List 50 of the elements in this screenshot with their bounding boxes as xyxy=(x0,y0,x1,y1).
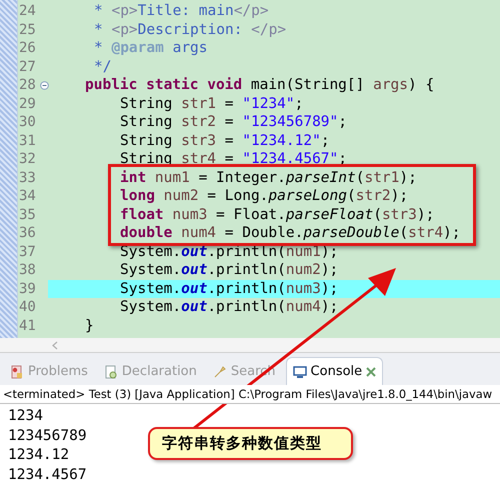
view-tab[interactable]: Declaration xyxy=(98,358,203,385)
document-icon xyxy=(104,364,118,378)
line-number: 25 xyxy=(18,20,37,39)
code-line: String str2 = "123456789"; xyxy=(120,113,347,132)
line-number: 29 xyxy=(18,94,37,113)
callout: 字符串转多种数值类型 xyxy=(148,427,353,460)
line-number: 26 xyxy=(18,39,37,58)
line-number: 37 xyxy=(18,242,37,261)
code-line: float num3 = Float.parseFloat(str3); xyxy=(120,206,434,224)
line-number: 38 xyxy=(18,261,37,280)
code-line: public static void main(String[] args) { xyxy=(85,76,434,94)
code-line: String str1 = "1234"; xyxy=(120,94,304,113)
problems-icon xyxy=(10,364,24,378)
code-line: System.out.println(num1); xyxy=(120,242,338,261)
code-line: int num1 = Integer.parseInt(str1); xyxy=(120,168,417,187)
code-line: System.out.println(num4); xyxy=(120,298,338,316)
code-line: System.out.println(num2); xyxy=(120,261,338,280)
code-line: System.out.println(num3); xyxy=(120,280,338,298)
console-output-line: 1234.4567 xyxy=(8,466,87,484)
line-number: 30 xyxy=(18,113,37,132)
code-line: */ xyxy=(94,58,112,76)
code-line: * @param args xyxy=(94,39,208,58)
collapse-icon[interactable] xyxy=(40,80,49,90)
line-number: 35 xyxy=(18,206,37,224)
console-output-line: 1234.12 xyxy=(8,446,70,465)
line-number: 32 xyxy=(18,150,37,168)
code-line: double num4 = Double.parseDouble(str4); xyxy=(120,224,461,242)
line-number: 33 xyxy=(18,168,37,187)
code-line: String str3 = "1234.12"; xyxy=(120,132,330,150)
line-number: 31 xyxy=(18,132,37,150)
scroll-left-icon[interactable] xyxy=(52,340,58,350)
view-tab[interactable]: Console xyxy=(286,357,384,385)
line-number: 41 xyxy=(18,316,37,335)
close-icon[interactable] xyxy=(366,366,376,376)
line-number: 24 xyxy=(18,2,37,20)
code-line: * <p>Description: </p> xyxy=(94,20,286,39)
console-output-line: 1234 xyxy=(8,407,43,426)
line-number: 28 xyxy=(18,76,37,94)
line-number: 36 xyxy=(18,224,37,242)
console-output-line: 123456789 xyxy=(8,426,87,446)
line-number: 40 xyxy=(18,298,37,316)
view-tab[interactable]: Problems xyxy=(4,358,94,385)
code-line: } xyxy=(85,316,94,335)
console-status: <terminated> Test (3) [Java Application] C:\Program Files\Java\jre1.8.0_144\bin\javaw xyxy=(3,387,492,401)
monitor-icon xyxy=(292,364,307,378)
flashlight-icon xyxy=(212,364,227,378)
line-number: 27 xyxy=(18,58,37,76)
code-line: * <p>Title: main</p> xyxy=(94,2,269,20)
code-line: long num2 = Long.parseLong(str2); xyxy=(120,187,408,206)
line-number: 34 xyxy=(18,187,37,206)
